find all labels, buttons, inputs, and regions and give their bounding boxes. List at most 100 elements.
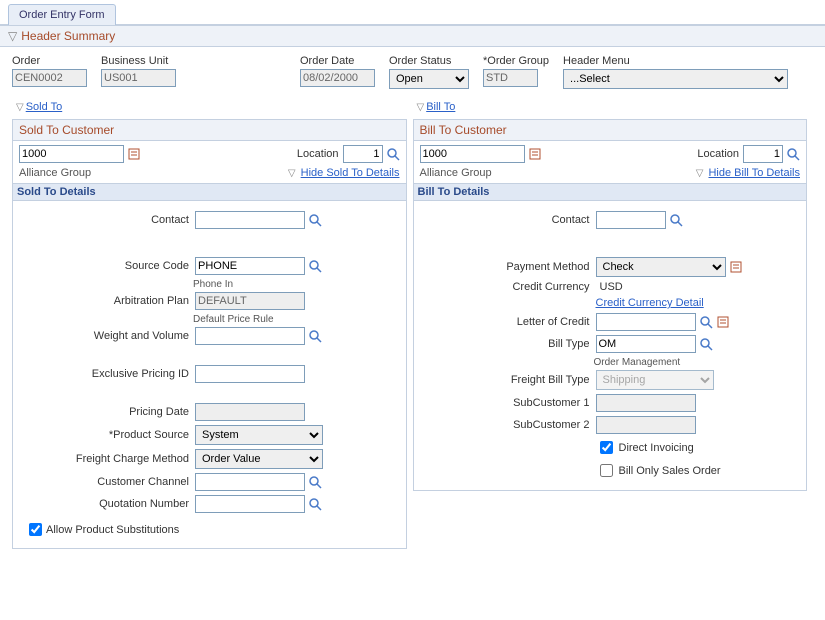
lookup-icon[interactable] <box>669 213 683 227</box>
bill-to-location-label: Location <box>697 148 739 160</box>
header-fields: Order Business Unit Order Date Order Sta… <box>0 47 825 97</box>
pricing-date-field <box>195 403 305 421</box>
weight-field[interactable] <box>195 327 305 345</box>
sub1-label: SubCustomer 1 <box>420 397 596 409</box>
order-status-select[interactable]: Open <box>389 69 469 89</box>
order-mgmt-note: Order Management <box>594 357 801 368</box>
collapse-icon[interactable]: ▽ <box>8 29 17 43</box>
sold-to-customer-field[interactable] <box>19 145 124 163</box>
product-source-select[interactable]: System <box>195 425 323 445</box>
hide-sold-to-link[interactable]: Hide Sold To Details <box>301 167 400 179</box>
related-doc-icon[interactable] <box>729 260 743 274</box>
source-code-label: Source Code <box>19 260 195 272</box>
bill-to-customer-name: Alliance Group <box>420 167 492 179</box>
sold-to-location-field[interactable] <box>343 145 383 163</box>
lookup-icon[interactable] <box>786 147 800 161</box>
sold-to-panel: Sold To Customer Location Allianc <box>12 119 407 549</box>
contact-label: Contact <box>19 214 195 226</box>
channel-field[interactable] <box>195 473 305 491</box>
order-field <box>12 69 87 87</box>
header-summary-bar: ▽ Header Summary <box>0 25 825 47</box>
lookup-icon[interactable] <box>308 497 322 511</box>
order-date-label: Order Date <box>300 55 375 67</box>
order-group-label: *Order Group <box>483 55 549 67</box>
credit-currency-value: USD <box>596 281 623 293</box>
bill-only-checkbox[interactable] <box>600 464 613 477</box>
sold-to-location-label: Location <box>297 148 339 160</box>
sub2-label: SubCustomer 2 <box>420 419 596 431</box>
hide-bill-to-link[interactable]: Hide Bill To Details <box>708 167 800 179</box>
bill-contact-label: Contact <box>420 214 596 226</box>
related-doc-icon[interactable] <box>127 147 141 161</box>
direct-invoicing-label: Direct Invoicing <box>619 442 694 454</box>
freight-charge-label: Freight Charge Method <box>19 453 195 465</box>
lookup-icon[interactable] <box>308 213 322 227</box>
bill-to-details-title: Bill To Details <box>414 183 807 201</box>
bill-only-label: Bill Only Sales Order <box>619 465 721 477</box>
related-doc-icon[interactable] <box>716 315 730 329</box>
credit-currency-label: Credit Currency <box>420 281 596 293</box>
sold-to-column: ▽ Sold To Sold To Customer Location <box>12 97 413 555</box>
order-date-field <box>300 69 375 87</box>
collapse-icon[interactable]: ▽ <box>288 168 296 179</box>
sold-to-panel-title: Sold To Customer <box>13 120 406 141</box>
tab-order-entry[interactable]: Order Entry Form <box>8 4 116 25</box>
lookup-icon[interactable] <box>308 475 322 489</box>
lookup-icon[interactable] <box>699 337 713 351</box>
allow-sub-label: Allow Product Substitutions <box>46 524 179 536</box>
collapse-icon[interactable]: ▽ <box>16 102 24 113</box>
order-group-field <box>483 69 538 87</box>
phone-in-note: Phone In <box>193 279 400 290</box>
freight-bill-select: Shipping <box>596 370 714 390</box>
quotation-label: Quotation Number <box>19 498 195 510</box>
bill-contact-field[interactable] <box>596 211 666 229</box>
bill-to-column: ▽ Bill To Bill To Customer Location <box>413 97 814 555</box>
collapse-icon[interactable]: ▽ <box>696 168 704 179</box>
allow-sub-checkbox[interactable] <box>29 523 42 536</box>
letter-label: Letter of Credit <box>420 316 596 328</box>
bill-to-customer-field[interactable] <box>420 145 525 163</box>
arbitration-label: Arbitration Plan <box>19 295 195 307</box>
header-menu-select[interactable]: ...Select <box>563 69 788 89</box>
credit-detail-link[interactable]: Credit Currency Detail <box>596 297 704 309</box>
lookup-icon[interactable] <box>308 329 322 343</box>
bill-to-panel-title: Bill To Customer <box>414 120 807 141</box>
bill-to-panel: Bill To Customer Location Alliance Group <box>413 119 808 491</box>
bill-to-link[interactable]: Bill To <box>426 101 455 113</box>
exclusive-field[interactable] <box>195 365 305 383</box>
quotation-field[interactable] <box>195 495 305 513</box>
arbitration-field <box>195 292 305 310</box>
header-menu-label: Header Menu <box>563 55 788 67</box>
channel-label: Customer Channel <box>19 476 195 488</box>
bill-to-location-field[interactable] <box>743 145 783 163</box>
bu-label: Business Unit <box>101 55 176 67</box>
sub2-field <box>596 416 696 434</box>
source-code-field[interactable] <box>195 257 305 275</box>
bu-field <box>101 69 176 87</box>
related-doc-icon[interactable] <box>528 147 542 161</box>
sold-to-customer-name: Alliance Group <box>19 167 91 179</box>
lookup-icon[interactable] <box>699 315 713 329</box>
sold-to-link[interactable]: Sold To <box>26 101 63 113</box>
product-source-label: *Product Source <box>19 429 195 441</box>
lookup-icon[interactable] <box>308 259 322 273</box>
freight-charge-select[interactable]: Order Value <box>195 449 323 469</box>
sub1-field <box>596 394 696 412</box>
bill-type-field[interactable] <box>596 335 696 353</box>
freight-bill-label: Freight Bill Type <box>420 374 596 386</box>
exclusive-label: Exclusive Pricing ID <box>19 368 195 380</box>
default-price-note: Default Price Rule <box>193 314 400 325</box>
letter-field[interactable] <box>596 313 696 331</box>
sold-to-details-title: Sold To Details <box>13 183 406 201</box>
pricing-date-label: Pricing Date <box>19 406 195 418</box>
collapse-icon[interactable]: ▽ <box>417 102 425 113</box>
order-status-label: Order Status <box>389 55 469 67</box>
weight-label: Weight and Volume <box>19 330 195 342</box>
lookup-icon[interactable] <box>386 147 400 161</box>
order-label: Order <box>12 55 87 67</box>
payment-label: Payment Method <box>420 261 596 273</box>
sold-to-contact-field[interactable] <box>195 211 305 229</box>
payment-select[interactable]: Check <box>596 257 726 277</box>
direct-invoicing-checkbox[interactable] <box>600 441 613 454</box>
header-summary-title: Header Summary <box>21 29 115 43</box>
